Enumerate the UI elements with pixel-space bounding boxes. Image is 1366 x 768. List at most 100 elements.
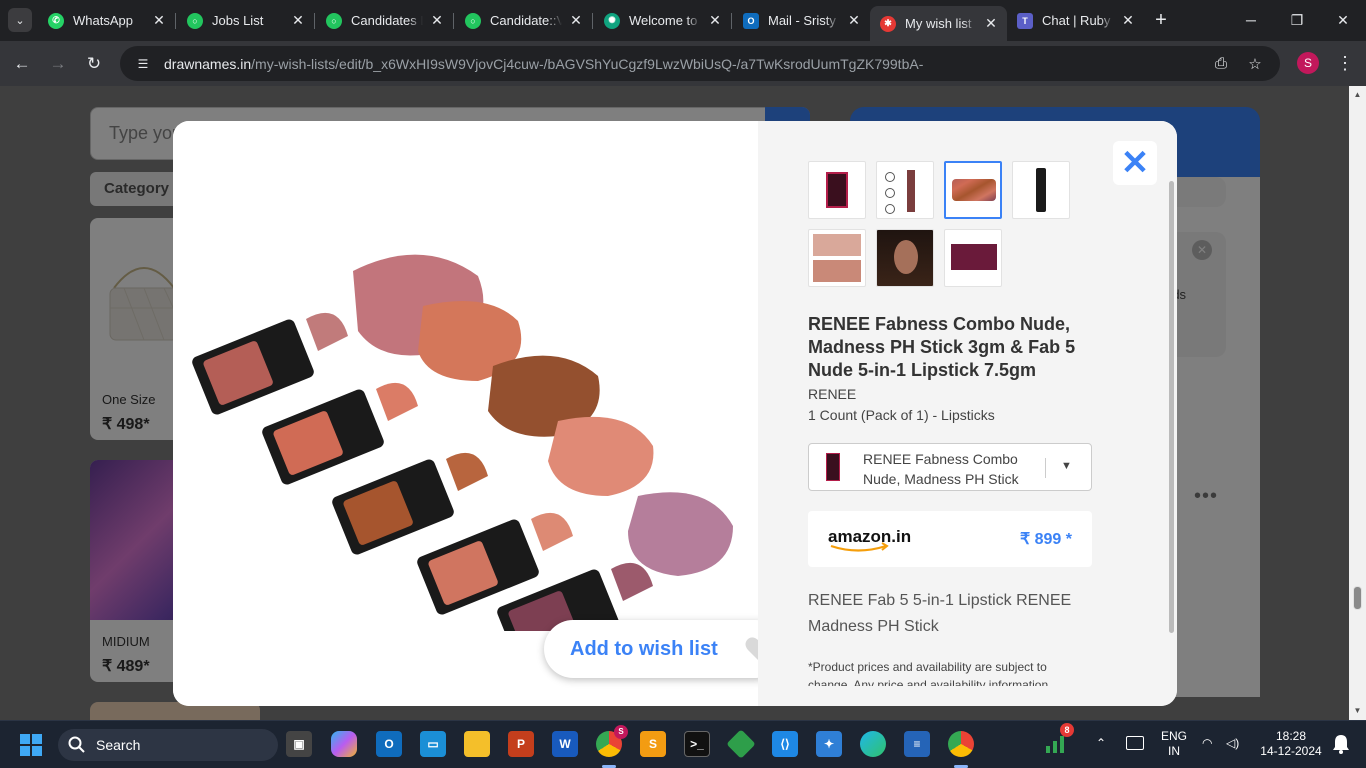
keyboard-icon[interactable] — [1126, 736, 1144, 750]
windows-taskbar: Search ▣ O ▭ P W S S >_ ⟨⟩ ✦ ≡ 8 ⌃ ENG I… — [0, 720, 1366, 768]
variant-label: RENEE Fabness Combo Nude, Madness PH Sti… — [863, 451, 1019, 487]
product-thumbnail-3[interactable] — [944, 161, 1002, 219]
address-bar[interactable]: ☰ drawnames.in/my-wish-lists/edit/b_x6Wx… — [120, 46, 1280, 81]
tab-title: WhatsApp — [73, 13, 133, 28]
scroll-up-icon[interactable]: ▲ — [1349, 88, 1366, 102]
tab-mail[interactable]: O Mail - Sristy ✕ — [733, 6, 870, 35]
amazon-logo-text: amazon.in — [828, 527, 911, 546]
copilot-icon[interactable] — [331, 731, 357, 757]
product-thumbnail-1[interactable] — [808, 161, 866, 219]
close-tab-icon[interactable]: ✕ — [1120, 12, 1136, 29]
tab-whatsapp[interactable]: ✆ WhatsApp ✕ — [38, 6, 175, 35]
url-path: /my-wish-lists/edit/b_x6WxHI9sW9VjovCj4c… — [251, 55, 924, 72]
back-icon[interactable]: ← — [9, 51, 35, 77]
word-icon[interactable]: W — [552, 731, 578, 757]
product-thumbnail-7[interactable] — [944, 229, 1002, 287]
site-info-icon[interactable]: ☰ — [134, 55, 152, 73]
product-thumbnail-6[interactable] — [876, 229, 934, 287]
show-hidden-icons-chevron[interactable]: ⌃ — [1096, 736, 1106, 751]
page-viewport: Type you Category One Size ₹ 498* MIDIUM… — [0, 86, 1349, 720]
tab-title: Chat | Ruby S — [1042, 13, 1114, 28]
url-text[interactable]: drawnames.in/my-wish-lists/edit/b_x6WxHI… — [164, 56, 1198, 72]
close-tab-icon[interactable]: ✕ — [983, 15, 999, 32]
clock[interactable]: 18:28 14-12-2024 — [1258, 729, 1324, 759]
scrollbar-thumb[interactable] — [1353, 586, 1362, 610]
tab-title: Candidates List — [351, 13, 423, 28]
close-tab-icon[interactable]: ✕ — [846, 12, 862, 29]
variant-box-image — [826, 453, 840, 481]
product-count: 1 Count (Pack of 1) - Lipsticks — [808, 407, 995, 423]
profile-avatar[interactable]: S — [1297, 52, 1319, 74]
close-modal-button[interactable]: ✕ — [1113, 141, 1157, 185]
product-thumbnail-5[interactable] — [808, 229, 866, 287]
minimize-icon[interactable]: ─ — [1238, 8, 1264, 32]
stocks-widget-icon[interactable]: 8 — [1042, 723, 1074, 757]
chrome-menu-icon[interactable]: ⋮ — [1336, 51, 1354, 75]
outlook-taskbar-icon[interactable]: O — [376, 731, 402, 757]
close-tab-icon[interactable]: ✕ — [707, 12, 723, 29]
thumbnail-feature-icon — [885, 204, 895, 214]
tab-chat[interactable]: T Chat | Ruby S ✕ — [1007, 6, 1144, 35]
tab-welcome[interactable]: ✺ Welcome to ✕ — [594, 6, 731, 35]
chrome-taskbar-icon[interactable]: S — [596, 725, 628, 757]
candidates-icon: ○ — [326, 12, 342, 29]
product-thumbnail-4[interactable] — [1012, 161, 1070, 219]
close-tab-icon[interactable]: ✕ — [290, 12, 306, 29]
close-tab-icon[interactable]: ✕ — [151, 12, 167, 29]
restore-icon[interactable]: ❐ — [1284, 8, 1310, 32]
close-window-icon[interactable]: ✕ — [1330, 8, 1356, 32]
forward-icon[interactable]: → — [45, 51, 71, 77]
edge-icon[interactable] — [860, 731, 886, 757]
vscode-icon[interactable]: ⟨⟩ — [772, 731, 798, 757]
file-explorer-icon[interactable] — [464, 731, 490, 757]
taskbar-search-box[interactable]: Search — [58, 729, 278, 761]
network-app-icon[interactable]: ✦ — [816, 731, 842, 757]
wifi-icon[interactable]: ◠ — [1202, 736, 1212, 751]
region-code: IN — [1168, 744, 1180, 758]
modal-scrollbar[interactable] — [1169, 181, 1174, 633]
thumbnail-pack-image — [951, 244, 997, 270]
task-view-icon[interactable]: ▣ — [286, 731, 312, 757]
tab-separator — [731, 13, 732, 29]
install-app-icon[interactable]: ⎙ — [1210, 55, 1232, 72]
taskbar-search-label: Search — [96, 737, 141, 753]
clock-date: 14-12-2024 — [1260, 744, 1322, 758]
variant-select[interactable]: RENEE Fabness Combo Nude, Madness PH Sti… — [808, 443, 1092, 491]
close-tab-icon[interactable]: ✕ — [429, 12, 445, 29]
tab-strip: ⌄ ✆ WhatsApp ✕ ○ Jobs List ✕ ○ Candidate… — [0, 0, 1366, 41]
stocks-graph-icon — [1046, 736, 1064, 753]
chevron-down-icon[interactable]: ▼ — [1061, 460, 1072, 472]
windows-start-icon[interactable] — [20, 734, 42, 756]
thumbnail-lips-image — [813, 234, 861, 256]
thumbnail-lipsticks-image — [952, 179, 996, 201]
close-tab-icon[interactable]: ✕ — [568, 12, 584, 29]
terminal-icon[interactable]: >_ — [684, 731, 710, 757]
tab-candidate-view[interactable]: ○ Candidate::View ✕ — [455, 6, 592, 35]
notepad-icon[interactable]: ≡ — [904, 731, 930, 757]
node-icon[interactable] — [726, 729, 756, 759]
thumbnail-lips-image — [813, 260, 861, 282]
bookmark-star-icon[interactable]: ☆ — [1244, 55, 1266, 73]
reload-icon[interactable]: ↻ — [81, 51, 107, 77]
add-to-wishlist-button[interactable]: Add to wish list — [544, 620, 785, 678]
page-scrollbar[interactable]: ▲ ▼ — [1349, 86, 1366, 720]
lipstick-product-image — [192, 254, 733, 631]
tab-candidates-list[interactable]: ○ Candidates List ✕ — [316, 6, 453, 35]
product-thumbnail-2[interactable] — [876, 161, 934, 219]
store-price-link[interactable]: amazon.in ₹ 899 * — [808, 511, 1092, 567]
notification-bell-icon[interactable] — [1331, 733, 1351, 755]
volume-icon[interactable]: ◁) — [1226, 736, 1239, 751]
tab-search-button[interactable]: ⌄ — [8, 8, 32, 32]
tab-my-wish-list[interactable]: ✱ My wish list ✕ — [870, 6, 1007, 41]
sublime-text-icon[interactable]: S — [640, 731, 666, 757]
language-code: ENG — [1160, 729, 1187, 743]
new-tab-button[interactable]: + — [1150, 9, 1172, 31]
browser-toolbar: ← → ↻ ☰ drawnames.in/my-wish-lists/edit/… — [0, 41, 1366, 86]
language-indicator[interactable]: ENG IN — [1158, 729, 1190, 759]
chrome-profile-2-icon[interactable] — [948, 731, 974, 757]
powerpoint-icon[interactable]: P — [508, 731, 534, 757]
tab-jobs-list[interactable]: ○ Jobs List ✕ — [177, 6, 314, 35]
remote-desktop-icon[interactable]: ▭ — [420, 731, 446, 757]
url-host: drawnames.in — [164, 55, 252, 72]
scroll-down-icon[interactable]: ▼ — [1349, 704, 1366, 718]
